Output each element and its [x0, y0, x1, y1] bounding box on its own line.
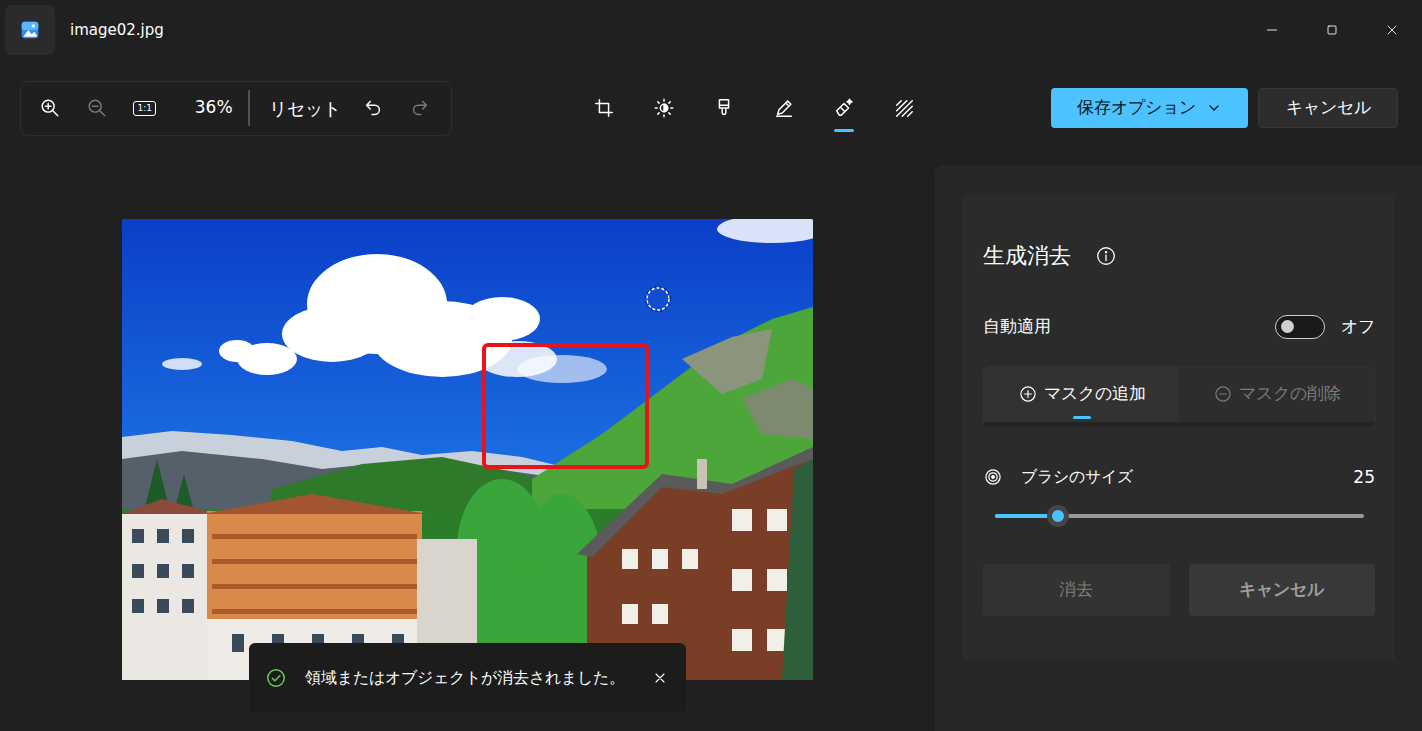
- editor-main: 生成消去自動適用 オフマスクの追加 マスクの削除ブラシのサイズ 25 消去キャンセル: [0, 165, 1422, 731]
- plus-circle-icon: [1018, 384, 1038, 404]
- redo-icon: [409, 97, 431, 119]
- chevron-down-icon: [1206, 100, 1222, 116]
- editor-toolbar: 1:1 36% リセット 保存オプション キャンセル: [0, 80, 1422, 136]
- undo-icon: [362, 97, 384, 119]
- tool-button[interactable]: [824, 84, 864, 132]
- photos-editor-window: image02.jpg1:136%リセット保存オプションキャンセル生成消去自動適…: [0, 0, 1422, 731]
- maximize-icon: [1324, 22, 1340, 38]
- zoom-group: 1:1 36% リセット: [20, 81, 452, 136]
- photo[interactable]: [122, 219, 813, 680]
- save-options-button[interactable]: 保存オプション: [1051, 88, 1248, 128]
- mask-tab[interactable]: マスクの追加: [984, 367, 1179, 422]
- auto-apply-toggle[interactable]: [1275, 315, 1325, 339]
- slider-thumb[interactable]: [1047, 505, 1069, 527]
- mask-tab: マスクの削除: [1179, 367, 1374, 422]
- toolbar-divider: [248, 90, 250, 126]
- cancel-button[interactable]: キャンセル: [1258, 88, 1398, 128]
- close-icon: [652, 670, 668, 686]
- auto-apply-label: 自動適用: [983, 314, 1051, 340]
- background-icon: [893, 97, 915, 119]
- mask-tab-label: マスクの追加: [1044, 381, 1146, 407]
- adjust-icon: [653, 97, 675, 119]
- auto-apply-row: 自動適用 オフ: [983, 314, 1375, 340]
- erase-icon: [833, 97, 855, 119]
- panel-header: 生成消去: [983, 239, 1375, 272]
- brush-size-label: ブラシのサイズ: [1021, 468, 1133, 486]
- zoom-out-button[interactable]: [78, 88, 116, 128]
- edit-tools: [584, 84, 924, 132]
- actual-size-button[interactable]: 1:1: [126, 88, 164, 128]
- crop-icon: [593, 97, 615, 119]
- actual-size-label: 1:1: [133, 101, 155, 116]
- brush-size-value: 25: [1353, 465, 1375, 491]
- info-icon[interactable]: [1095, 245, 1117, 267]
- panel-cancel-button: キャンセル: [1189, 564, 1376, 616]
- undo-button[interactable]: [354, 88, 392, 128]
- minus-circle-icon: [1213, 384, 1233, 404]
- maximize-button[interactable]: [1302, 0, 1362, 60]
- tool-button[interactable]: [644, 84, 684, 132]
- tool-button[interactable]: [704, 84, 744, 132]
- title-bar: image02.jpg: [0, 0, 1422, 60]
- toggle-knob: [1281, 320, 1294, 333]
- close-window-button[interactable]: [1362, 0, 1422, 60]
- app-logo-icon: [5, 5, 55, 55]
- brush-size-slider[interactable]: [995, 514, 1364, 518]
- window-controls: [1242, 0, 1422, 60]
- panel-title: 生成消去: [983, 239, 1071, 272]
- tool-button[interactable]: [764, 84, 804, 132]
- zoom-level: 36%: [195, 95, 233, 121]
- minimize-button[interactable]: [1242, 0, 1302, 60]
- brush-size-icon: [983, 467, 1003, 487]
- tool-button[interactable]: [884, 84, 924, 132]
- toggle-state-label: オフ: [1341, 314, 1375, 340]
- brush-size-row: ブラシのサイズ 25: [983, 465, 1375, 491]
- mask-tab-label: マスクの削除: [1239, 381, 1341, 407]
- mask-mode-tabs: マスクの追加 マスクの削除: [983, 366, 1375, 427]
- toast-close-button[interactable]: [652, 670, 668, 686]
- reset-button[interactable]: リセット: [265, 95, 345, 122]
- generative-erase-panel: 生成消去自動適用 オフマスクの追加 マスクの削除ブラシのサイズ 25 消去キャンセル: [963, 195, 1395, 660]
- markup-icon: [773, 97, 795, 119]
- toast-message: 領域またはオブジェクトが消去されました。: [305, 668, 634, 688]
- zoom-out-icon: [86, 97, 108, 119]
- erase-button: 消去: [983, 564, 1170, 616]
- window-title: image02.jpg: [70, 19, 164, 42]
- redo-button[interactable]: [401, 88, 439, 128]
- success-toast: 領域またはオブジェクトが消去されました。: [249, 643, 686, 713]
- panel-actions: 消去キャンセル: [983, 564, 1375, 616]
- save-options-label: 保存オプション: [1077, 95, 1196, 121]
- success-check-icon: [265, 667, 287, 689]
- close-window-icon: [1384, 22, 1400, 38]
- filter-icon: [713, 97, 735, 119]
- minimize-icon: [1264, 22, 1280, 38]
- zoom-in-button[interactable]: [31, 88, 69, 128]
- side-panel: 生成消去自動適用 オフマスクの追加 マスクの削除ブラシのサイズ 25 消去キャンセル: [935, 165, 1422, 731]
- tool-button[interactable]: [584, 84, 624, 132]
- zoom-in-icon: [39, 97, 61, 119]
